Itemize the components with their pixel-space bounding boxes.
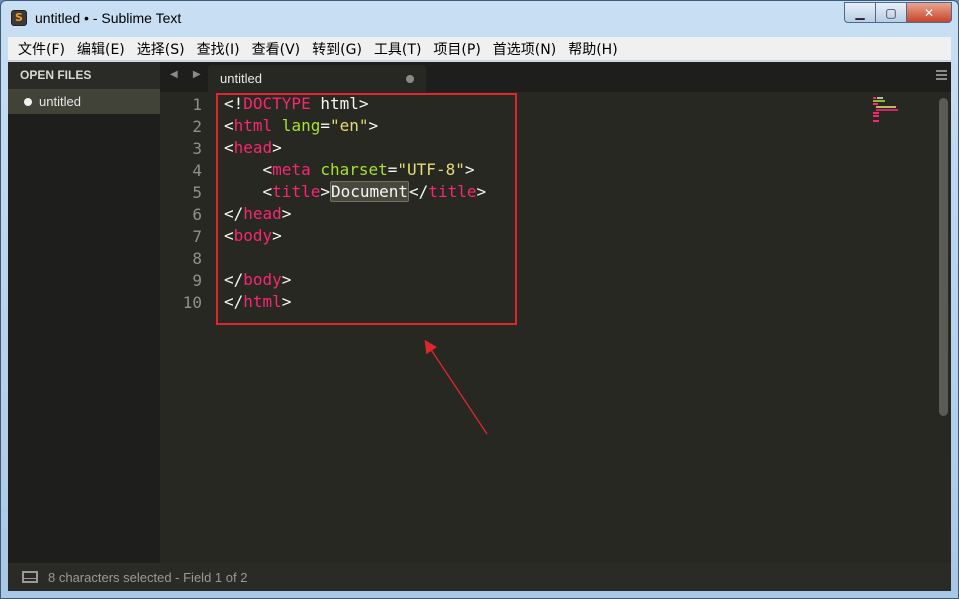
menu-tools[interactable]: 工具(T) <box>368 39 427 59</box>
menu-project[interactable]: 项目(P) <box>427 39 486 59</box>
status-text: 8 characters selected - Field 1 of 2 <box>48 569 248 585</box>
close-button[interactable]: ✕ <box>906 2 952 23</box>
minimap[interactable] <box>873 97 903 123</box>
line-number: 7 <box>192 227 202 246</box>
menu-view[interactable]: 查看(V) <box>246 39 307 59</box>
hamburger-menu-icon[interactable] <box>936 70 947 82</box>
tab-bar: ◀ ▶ untitled <box>160 62 951 92</box>
line-number: 4 <box>192 161 202 180</box>
open-files-header: OPEN FILES <box>8 62 160 89</box>
tab-label: untitled <box>220 71 262 86</box>
line-number: 3 <box>192 139 202 158</box>
scrollbar-thumb[interactable] <box>939 98 948 416</box>
line-number: 1 <box>192 95 202 114</box>
menu-find[interactable]: 查找(I) <box>191 39 246 59</box>
menu-preferences[interactable]: 首选项(N) <box>487 39 562 59</box>
maximize-button[interactable]: ▢ <box>875 2 907 23</box>
sublime-app-icon: S <box>11 10 27 26</box>
line-number-gutter: 1 2 3 4 5 6 7 8 9 10 <box>160 92 214 563</box>
sidebar-file-untitled[interactable]: untitled <box>8 89 160 114</box>
menu-selection[interactable]: 选择(S) <box>131 39 191 59</box>
vertical-scrollbar[interactable] <box>935 92 951 563</box>
sidebar-file-label: untitled <box>39 94 81 109</box>
tab-nav-arrows-icon[interactable]: ◀ ▶ <box>170 69 207 80</box>
window-title: untitled • - Sublime Text <box>35 10 182 26</box>
app-window: S untitled • - Sublime Text ▁ ▢ ✕ 文件(F) … <box>0 0 959 599</box>
menu-goto[interactable]: 转到(G) <box>306 39 368 59</box>
menu-file[interactable]: 文件(F) <box>12 39 71 59</box>
status-bar: 8 characters selected - Field 1 of 2 <box>8 563 951 591</box>
menu-help[interactable]: 帮助(H) <box>562 39 623 59</box>
line-number: 6 <box>192 205 202 224</box>
annotation-highlight-box <box>216 93 517 325</box>
line-number: 9 <box>192 271 202 290</box>
minimize-button[interactable]: ▁ <box>844 2 876 23</box>
line-number: 5 <box>192 183 202 202</box>
tab-modified-dot-icon[interactable] <box>406 75 414 83</box>
menu-edit[interactable]: 编辑(E) <box>71 39 131 59</box>
modified-dot-icon <box>24 97 32 106</box>
line-number: 2 <box>192 117 202 136</box>
title-bar[interactable]: S untitled • - Sublime Text ▁ ▢ ✕ <box>1 1 958 36</box>
menu-bar: 文件(F) 编辑(E) 选择(S) 查找(I) 查看(V) 转到(G) 工具(T… <box>8 37 951 61</box>
window-controls: ▁ ▢ ✕ <box>844 2 952 23</box>
line-number: 8 <box>192 249 202 268</box>
editor-area: OPEN FILES untitled ◀ ▶ untitled 1 2 3 4… <box>8 62 951 591</box>
sidebar: OPEN FILES untitled <box>8 62 160 563</box>
line-number: 10 <box>182 293 202 312</box>
tab-untitled[interactable]: untitled <box>208 65 426 92</box>
panel-toggle-icon[interactable] <box>22 571 38 583</box>
